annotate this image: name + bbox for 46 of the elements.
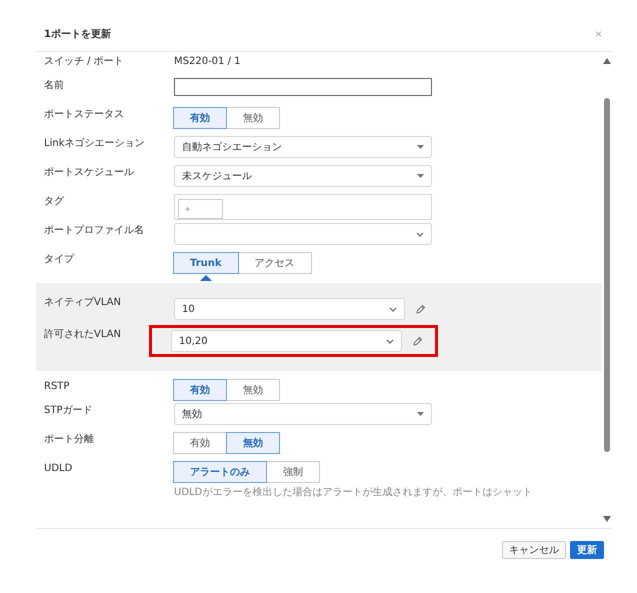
dropdown[interactable]: 自動ネゴシエーション — [174, 136, 432, 158]
add-tag-input[interactable]: + — [178, 199, 223, 219]
field-label: RSTP — [43, 380, 70, 393]
scroll-down-icon[interactable] — [603, 516, 611, 522]
segment-option[interactable]: アラートのみ — [173, 461, 267, 483]
dropdown[interactable]: 無効 — [174, 403, 432, 425]
field-label: UDLD — [43, 462, 74, 475]
dropdown[interactable]: 10,20 — [171, 330, 402, 352]
field-label: タイプ — [43, 252, 76, 266]
segment-option[interactable]: 無効 — [226, 432, 280, 454]
field-label: ポートスケジュール — [43, 166, 135, 179]
field-label: ポートプロファイル名 — [43, 224, 145, 237]
segment-option[interactable]: アクセス — [238, 252, 312, 274]
dropdown[interactable]: 未スケジュール — [174, 165, 432, 187]
field-label: STPガード — [43, 404, 94, 417]
segment-option[interactable]: 無効 — [226, 107, 280, 129]
segment-option[interactable]: 有効 — [173, 432, 227, 454]
cancel-button[interactable]: キャンセル — [502, 541, 566, 559]
field-label: スイッチ / ポート — [43, 55, 125, 68]
scroll-up-icon[interactable] — [603, 58, 611, 64]
name-input-field[interactable] — [174, 78, 432, 96]
update-button[interactable]: 更新 — [570, 541, 604, 559]
field-label: ネイティブVLAN — [43, 296, 122, 309]
pencil-icon[interactable] — [412, 336, 423, 346]
chevron-icon — [416, 232, 424, 236]
caret-icon — [417, 145, 424, 149]
field-value: MS220-01 / 1 — [174, 55, 242, 67]
field-label: 名前 — [43, 79, 65, 92]
chevron-icon — [386, 338, 394, 344]
field-label: Linkネゴシエーション — [43, 137, 146, 150]
segment-option[interactable]: 有効 — [173, 107, 227, 129]
caret-icon — [417, 412, 424, 416]
field-label: タグ — [43, 195, 65, 208]
help-text: UDLDがエラーを検出した場合はアラートが生成されますが、ポートはシャット — [174, 486, 532, 499]
dropdown[interactable]: 10 — [174, 298, 405, 320]
field-label: 許可されたVLAN — [43, 328, 122, 341]
caret-icon — [417, 174, 424, 178]
pencil-icon[interactable] — [415, 304, 426, 314]
field-label: ポートステータス — [43, 108, 125, 121]
chevron-icon — [389, 306, 397, 312]
field-label: ポート分離 — [43, 433, 95, 446]
segment-option[interactable]: 有効 — [173, 379, 227, 401]
segment-option[interactable]: Trunk — [173, 252, 239, 274]
segment-option[interactable]: 強制 — [266, 461, 320, 483]
dialog-title: 1ポートを更新 — [44, 27, 111, 41]
segment-option[interactable]: 無効 — [226, 379, 280, 401]
